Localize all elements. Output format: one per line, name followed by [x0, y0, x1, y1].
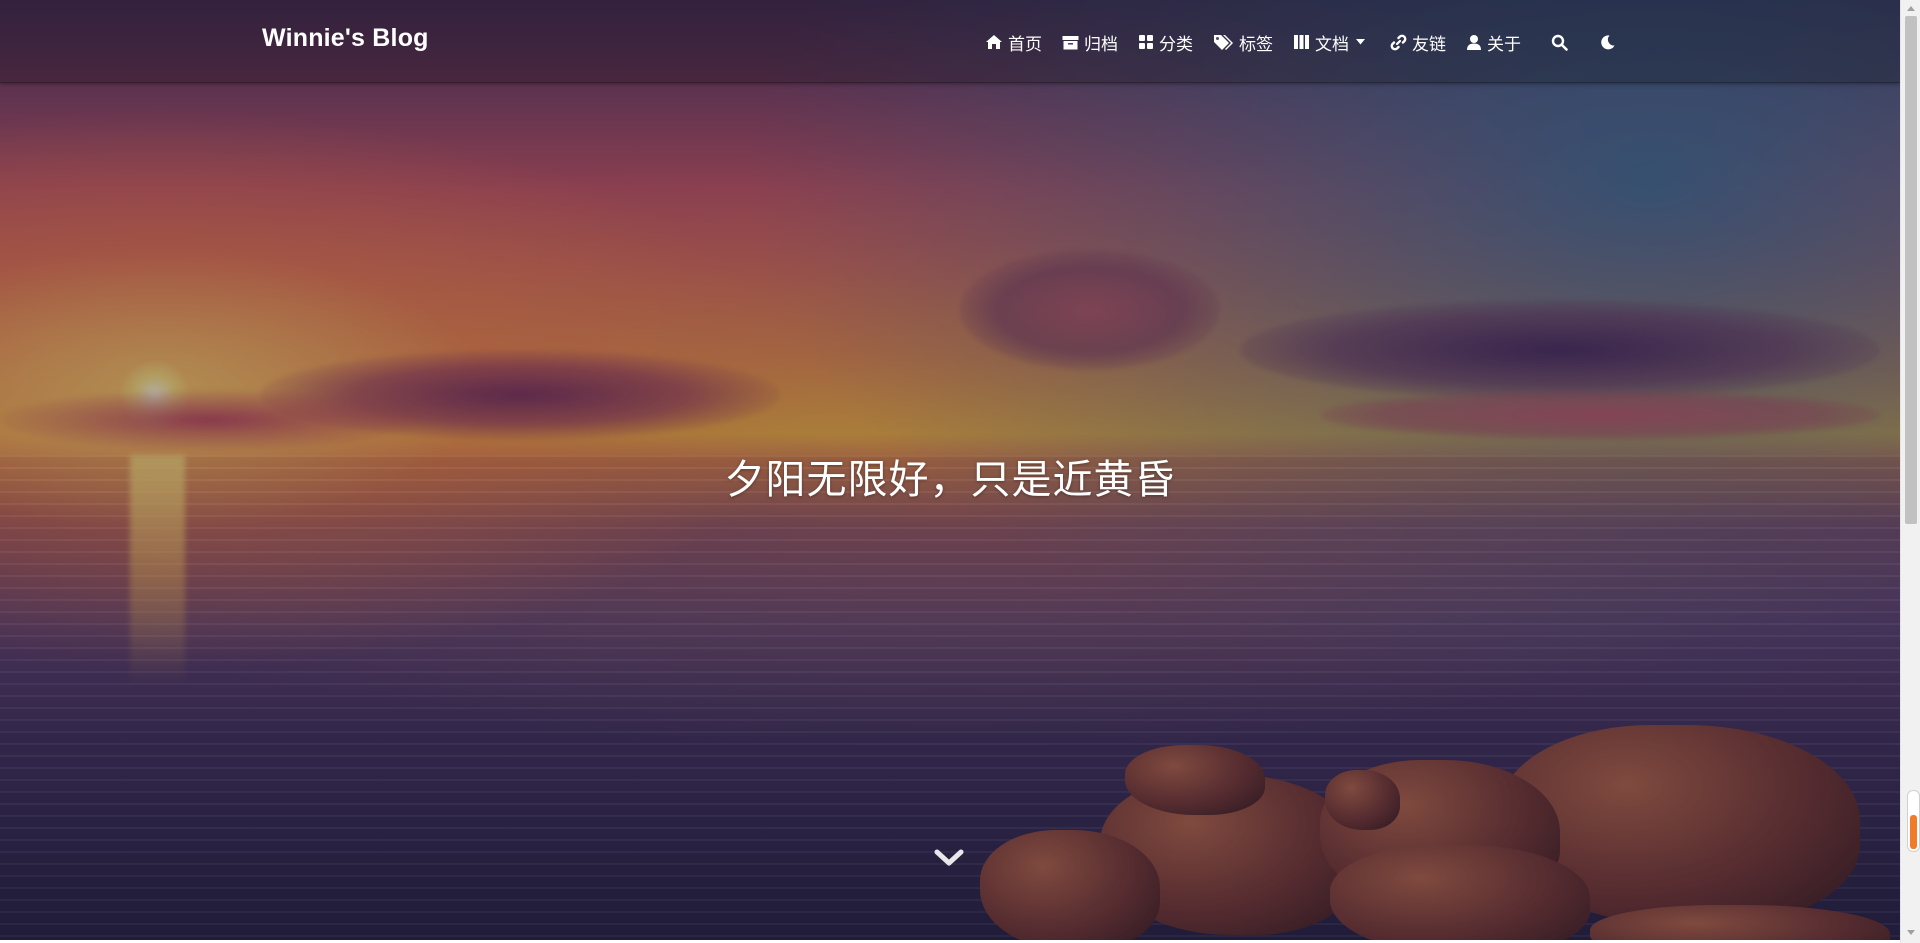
scroll-down-button[interactable]	[934, 846, 964, 870]
chevron-down-icon	[934, 849, 964, 866]
search-button[interactable]	[1545, 28, 1573, 56]
search-icon	[1551, 34, 1568, 51]
side-widget-indicator	[1910, 815, 1917, 849]
top-navbar: Winnie's Blog 首页 归档 分类 标签 文档 友链 关于	[0, 0, 1900, 83]
nav-item-label: 文档	[1315, 34, 1349, 55]
nav-item-label: 关于	[1487, 34, 1521, 55]
nav-item-docs[interactable]: 文档	[1293, 30, 1370, 55]
nav-item-archive[interactable]: 归档	[1062, 30, 1118, 55]
nav-item-category[interactable]: 分类	[1138, 30, 1193, 55]
scrollbar-thumb[interactable]	[1905, 16, 1917, 524]
moon-icon	[1600, 34, 1614, 49]
hero-banner: 夕阳无限好，只是近黄昏	[0, 0, 1900, 943]
user-icon	[1467, 34, 1481, 50]
archive-icon	[1062, 35, 1079, 49]
nav-item-label: 归档	[1084, 34, 1118, 55]
blog-page: 夕阳无限好，只是近黄昏 Winnie's Blog 首页 归档 分类 标签 文档…	[0, 0, 1920, 943]
category-icon	[1139, 35, 1153, 49]
nav-item-about[interactable]: 关于	[1466, 30, 1521, 55]
caret-down-icon	[1356, 39, 1365, 45]
nav-item-label: 首页	[1008, 34, 1042, 55]
nav-item-tags[interactable]: 标签	[1213, 30, 1273, 55]
nav-item-label: 友链	[1412, 34, 1446, 55]
site-title[interactable]: Winnie's Blog	[262, 24, 429, 53]
scroll-up-arrow-icon[interactable]	[1907, 6, 1915, 11]
scroll-down-arrow-icon[interactable]	[1907, 930, 1915, 935]
link-icon	[1390, 34, 1407, 50]
tags-icon	[1214, 35, 1233, 50]
home-icon	[986, 35, 1002, 49]
main-nav: 首页 归档 分类 标签 文档 友链 关于	[985, 28, 1637, 56]
banner-subtitle: 夕阳无限好，只是近黄昏	[724, 457, 1176, 503]
theme-toggle-button[interactable]	[1593, 28, 1621, 56]
nav-item-links[interactable]: 友链	[1390, 30, 1446, 55]
nav-item-label: 标签	[1239, 34, 1273, 55]
side-floating-widget[interactable]	[1907, 790, 1920, 852]
nav-item-label: 分类	[1159, 34, 1193, 55]
book-icon	[1294, 35, 1309, 49]
nav-item-home[interactable]: 首页	[985, 30, 1042, 55]
